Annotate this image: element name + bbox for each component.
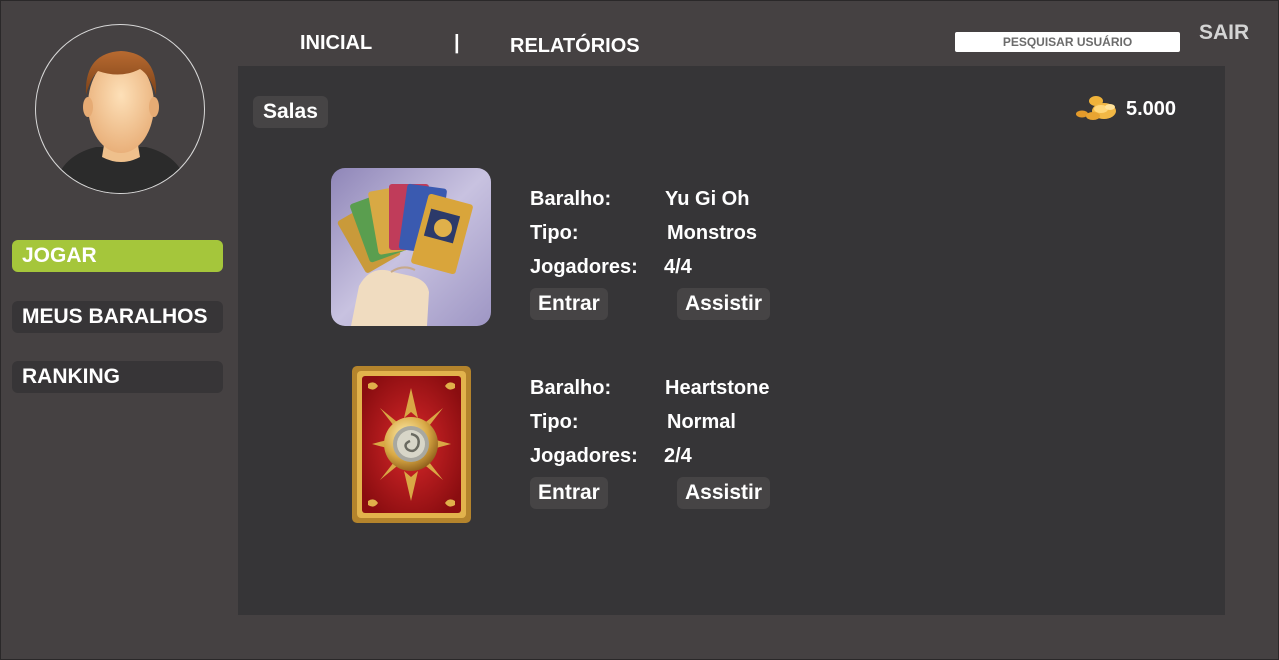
type-value: Normal — [667, 411, 736, 433]
enter-room-button[interactable]: Entrar — [530, 288, 608, 320]
sidebar-item-meus-baralhos[interactable]: MEUS BARALHOS — [12, 301, 223, 333]
players-label: Jogadores: — [530, 256, 638, 278]
search-user-input[interactable] — [955, 32, 1180, 52]
deck-value: Heartstone — [665, 377, 770, 399]
nav-inicial[interactable]: INICIAL — [300, 32, 372, 55]
nav-separator: | — [454, 32, 460, 54]
enter-room-button[interactable]: Entrar — [530, 477, 608, 509]
nav-relatorios[interactable]: RELATÓRIOS — [510, 35, 640, 58]
players-value: 4/4 — [664, 256, 692, 278]
hearthstone-card-back-image — [352, 366, 471, 523]
avatar[interactable] — [35, 24, 205, 194]
yugioh-cards-image — [331, 168, 491, 326]
sidebar-item-jogar[interactable]: JOGAR — [12, 240, 223, 272]
room-card: Baralho: Heartstone Tipo: Normal Jogador… — [238, 366, 1225, 536]
type-label: Tipo: — [530, 411, 579, 433]
room-card: Baralho: Yu Gi Oh Tipo: Monstros Jogador… — [238, 166, 1225, 336]
coins-icon — [1076, 96, 1116, 120]
logout-button[interactable]: SAIR — [1199, 21, 1249, 45]
players-value: 2/4 — [664, 445, 692, 467]
deck-label: Baralho: — [530, 377, 612, 399]
coins-value: 5.000 — [1126, 98, 1177, 120]
watch-room-button[interactable]: Assistir — [677, 288, 771, 320]
type-label: Tipo: — [530, 222, 579, 244]
watch-room-button[interactable]: Assistir — [677, 477, 771, 509]
deck-label: Baralho: — [530, 188, 612, 210]
section-title: Salas — [253, 96, 328, 128]
type-value: Monstros — [667, 222, 757, 244]
players-label: Jogadores: — [530, 445, 638, 467]
user-avatar-icon — [54, 51, 188, 193]
rooms-panel: Salas 5.000 Baralho: Yu Gi Oh Tipo: Mons… — [238, 66, 1225, 615]
deck-value: Yu Gi Oh — [665, 188, 750, 210]
sidebar-item-ranking[interactable]: RANKING — [12, 361, 223, 393]
